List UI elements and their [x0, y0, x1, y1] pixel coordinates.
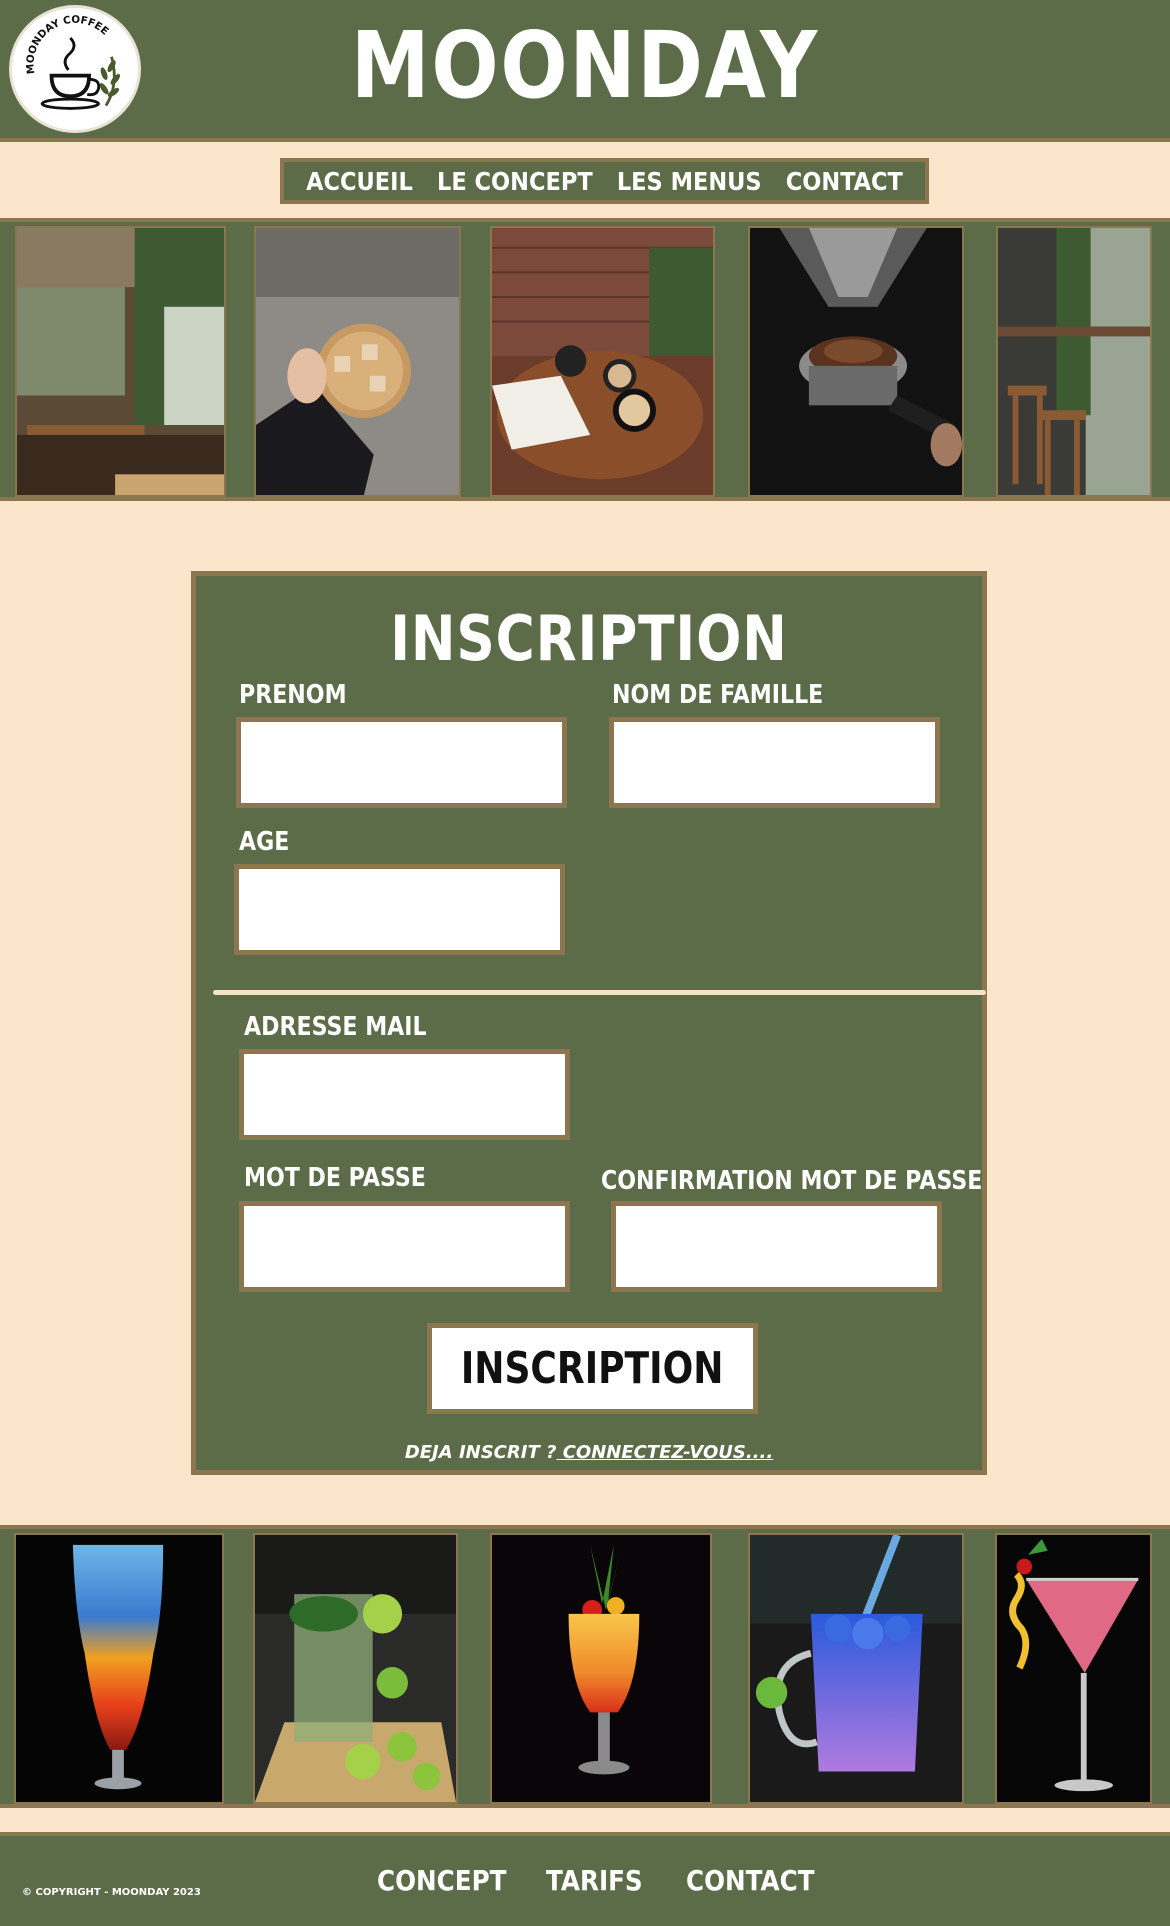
- window-bar-photo: [996, 226, 1152, 497]
- age-label: AGE: [239, 827, 290, 857]
- password-input[interactable]: [239, 1201, 570, 1292]
- form-title: INSCRIPTION: [390, 602, 788, 675]
- form-divider: [213, 990, 986, 995]
- prenom-input[interactable]: [236, 717, 567, 808]
- already-registered-text: DEJA INSCRIT ?: [404, 1442, 557, 1463]
- cafe-interior-photo: [15, 226, 226, 497]
- copyright-text: © COPYRIGHT - MOONDAY 2023: [22, 1887, 201, 1898]
- email-label: ADRESSE MAIL: [244, 1012, 427, 1042]
- registration-form: INSCRIPTION PRENOM NOM DE FAMILLE AGE AD…: [191, 571, 987, 1475]
- submit-button-label: INSCRIPTION: [461, 1343, 724, 1394]
- nav-band: ACCUEIL LE CONCEPT LES MENUS CONTACT: [0, 142, 1170, 220]
- nav-item-accueil[interactable]: ACCUEIL: [306, 167, 413, 196]
- mojito-photo: [253, 1533, 458, 1804]
- confirm-password-label: CONFIRMATION MOT DE PASSE: [601, 1166, 983, 1196]
- nom-input[interactable]: [609, 717, 940, 808]
- login-link[interactable]: CONNECTEZ-VOUS....: [556, 1442, 773, 1463]
- blue-lagoon-cocktail-photo: [14, 1533, 224, 1804]
- footer-link-concept[interactable]: CONCEPT: [377, 1864, 506, 1897]
- site-footer: © COPYRIGHT - MOONDAY 2023 CONCEPT TARIF…: [0, 1832, 1170, 1926]
- nav-item-concept[interactable]: LE CONCEPT: [437, 167, 593, 196]
- nav-item-contact[interactable]: CONTACT: [786, 167, 903, 196]
- already-registered-line: DEJA INSCRIT ? CONNECTEZ-VOUS....: [196, 1442, 982, 1463]
- nav-item-menus[interactable]: LES MENUS: [617, 167, 762, 196]
- email-input[interactable]: [239, 1049, 570, 1140]
- photo-gallery-top: [0, 218, 1170, 501]
- prenom-label: PRENOM: [239, 680, 347, 710]
- footer-link-contact[interactable]: CONTACT: [686, 1864, 815, 1897]
- espresso-grinder-photo: [748, 226, 964, 497]
- password-label: MOT DE PASSE: [244, 1163, 426, 1193]
- age-input[interactable]: [234, 864, 565, 955]
- cosmopolitan-photo: [995, 1533, 1152, 1804]
- footer-link-tarifs[interactable]: TARIFS: [546, 1864, 643, 1897]
- main-nav: ACCUEIL LE CONCEPT LES MENUS CONTACT: [280, 158, 929, 204]
- tequila-sunrise-photo: [490, 1533, 712, 1804]
- latte-table-photo: [490, 226, 715, 497]
- site-header: MOONDAY COFFEE MOONDAY: [0, 0, 1170, 142]
- inscription-submit-button[interactable]: INSCRIPTION: [427, 1323, 758, 1414]
- iced-coffee-photo: [254, 226, 461, 497]
- photo-gallery-bottom: [0, 1525, 1170, 1808]
- site-title: MOONDAY: [350, 12, 820, 119]
- butterfly-pea-drink-photo: [748, 1533, 964, 1804]
- nom-label: NOM DE FAMILLE: [612, 680, 824, 710]
- confirm-password-input[interactable]: [611, 1201, 942, 1292]
